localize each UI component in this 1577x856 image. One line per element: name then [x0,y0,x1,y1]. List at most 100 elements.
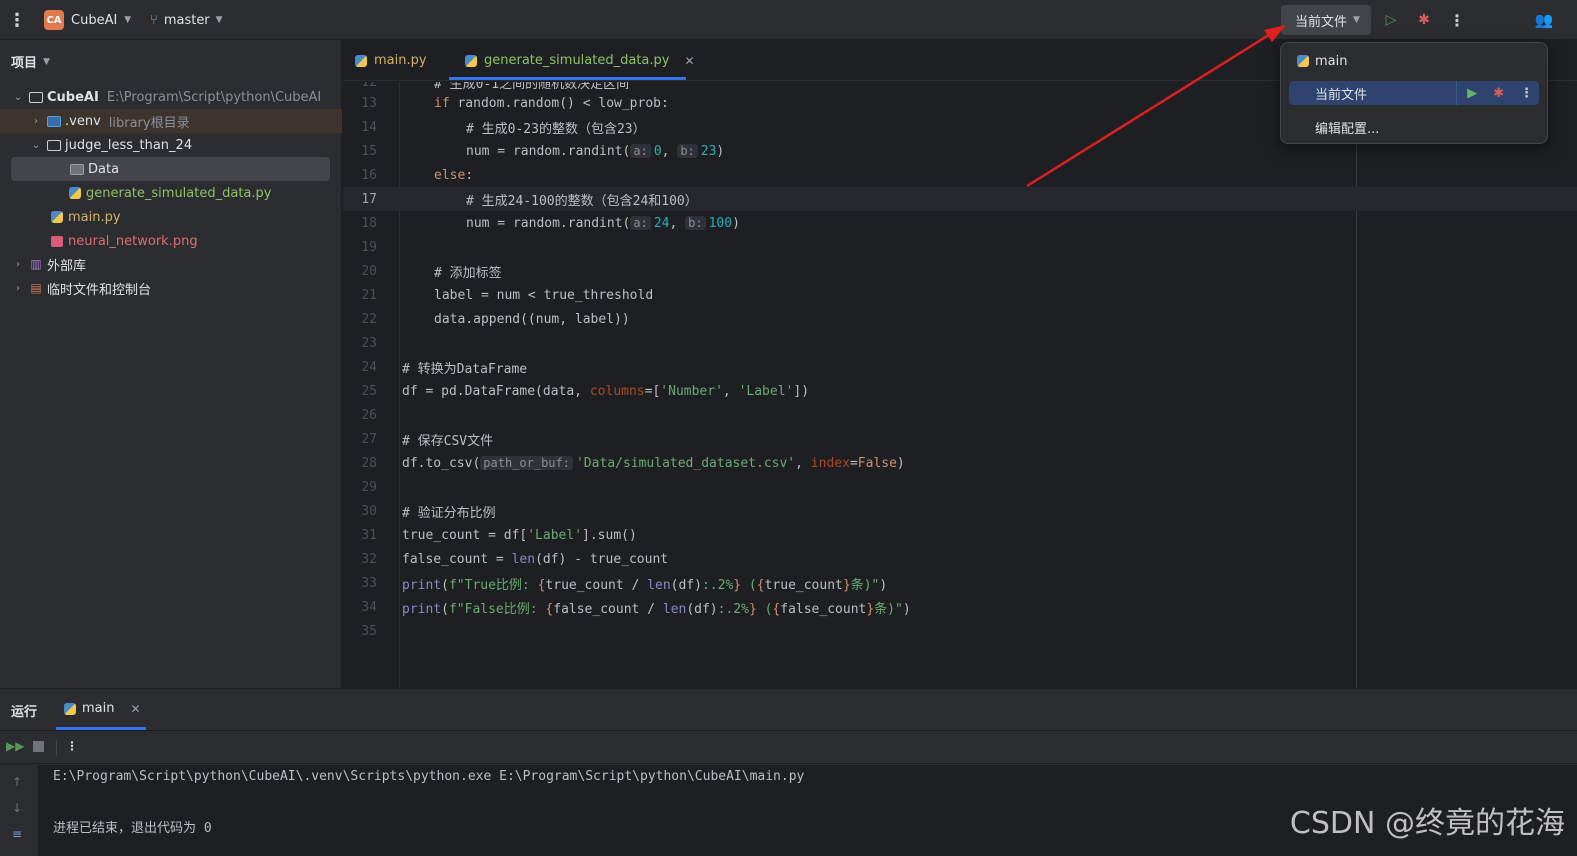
line-number: 31 [361,527,377,543]
code-line: 23 [343,331,1577,355]
code-comment: # 添加标签 [434,265,502,281]
line-number: 25 [361,383,377,399]
main-menu-icon[interactable]: ⋮ [8,0,26,40]
tree-item-data[interactable]: Data [11,157,330,181]
code-line: 20 # 添加标签 [343,259,1577,283]
chevron-down-icon: ▼ [1353,15,1360,25]
popup-item-label: 当前文件 [1315,87,1368,103]
code-text: data.append((num, label)) [434,311,630,327]
close-icon[interactable]: ✕ [130,702,140,716]
line-number: 34 [361,599,377,615]
folder-icon [69,162,85,176]
project-badge: CA [44,10,64,30]
tree-item-external-libraries[interactable]: › ▥ 外部库 [0,252,342,276]
tree-item-label: 临时文件和控制台 [47,282,152,298]
line-number: 15 [361,143,377,159]
run-side-toolbar: ↑ ↓ ≡ [0,765,38,856]
code-text: false_count / [553,601,663,617]
console-line: E:\Program\Script\python\CubeAI\.venv\Sc… [53,769,805,784]
more-actions-icon[interactable]: ⋮ [66,739,78,753]
chevron-right-icon: › [34,115,38,127]
project-switcher[interactable]: CA CubeAI ▼ [44,0,131,40]
debug-icon[interactable]: ✱ [1493,86,1504,101]
code-string: ( [741,577,757,593]
tree-item-neural-network-png[interactable]: neural_network.png [0,229,342,253]
tab-generate-simulated-data[interactable]: generate_simulated_data.py ✕ [465,40,695,81]
code-text: false_count [780,601,867,617]
tree-item-venv[interactable]: › .venv library根目录 [0,109,342,133]
edit-configurations-item[interactable]: 编辑配置... [1289,115,1539,139]
chevron-down-icon: ▼ [215,15,223,25]
folder-icon [46,138,62,152]
code-text: true_count [764,577,843,593]
code-named-param: index [810,455,850,471]
branch-switcher[interactable]: ⑂ master ▼ [150,0,223,40]
run-config-popup: main 当前文件 ▶ ✱ ⋮ 编辑配置... [1280,42,1548,144]
run-config-item-main[interactable]: main [1289,49,1539,73]
tree-item-cubeai[interactable]: ⌄ CubeAI E:\Program\Script\python\CubeAI [0,85,342,109]
tree-item-label: generate_simulated_data.py [86,185,272,201]
code-builtin: print [402,601,442,617]
tab-label: main.py [374,53,427,68]
code-text: label = num < true_threshold [434,287,654,303]
code-line: 22 data.append((num, label)) [343,307,1577,331]
parameter-hint: path_or_buf: [480,455,573,470]
code-string: f"True比例: [448,577,538,593]
code-string: 条)" [850,577,880,593]
line-number: 27 [361,431,377,447]
popup-item-label: main [1315,53,1348,69]
tree-item-hint: library根目录 [108,115,190,131]
stop-icon[interactable] [33,741,44,752]
code-text: df = pd.DataFrame(data, [402,383,590,399]
active-tab-indicator [449,77,686,80]
more-actions-icon[interactable]: ⋮ [1448,0,1466,40]
code-with-me-icon[interactable]: 👥 [1532,0,1556,40]
code-comment: # 生成24-100的整数（包含24和100） [466,193,698,209]
code-format-spec: :.2% [701,577,734,593]
tree-item-label: CubeAI [47,89,99,105]
project-tool-window: 项目 ▼ ⌄ CubeAI E:\Program\Script\python\C… [0,40,342,688]
close-icon[interactable]: ✕ [684,54,694,68]
tree-item-scratches[interactable]: › ▤ 临时文件和控制台 [0,276,342,300]
library-icon: ▥ [30,257,42,271]
code-editor[interactable]: 12 # 生成0-1之间的随机数决定区间 13 if random.random… [343,82,1577,688]
line-number: 18 [361,215,377,231]
run-icon[interactable]: ▷ [1381,0,1401,40]
git-branch-icon: ⑂ [150,12,158,28]
run-icon[interactable]: ▶ [1467,86,1477,101]
code-line: 33 print(f"True比例: {true_count / len(df)… [343,571,1577,595]
tree-item-label: main.py [68,209,121,225]
tree-item-generate-simulated-data[interactable]: generate_simulated_data.py [0,181,342,205]
code-line: 26 [343,403,1577,427]
library-folder-icon [46,114,62,128]
popup-item-label: 编辑配置... [1315,121,1380,137]
run-config-selector[interactable]: 当前文件 ▼ [1281,5,1371,35]
code-text: true_count / [545,577,648,593]
arrow-up-icon[interactable]: ↑ [12,775,22,789]
arrow-down-icon[interactable]: ↓ [12,801,22,815]
debug-icon[interactable]: ✱ [1414,0,1434,40]
line-number: 24 [361,359,377,375]
parameter-hint: b: [677,143,698,158]
code-line: 21 label = num < true_threshold [343,283,1577,307]
run-config-item-current-file[interactable]: 当前文件 ▶ ✱ ⋮ [1289,81,1539,105]
chevron-down-icon: ▼ [43,56,50,67]
code-string: 'Data/simulated_dataset.csv' [575,455,796,471]
more-actions-icon[interactable]: ⋮ [1520,86,1533,101]
tree-item-label: judge_less_than_24 [65,137,193,153]
chevron-down-icon: ⌄ [31,139,41,151]
code-number: 100 [708,215,733,231]
code-keyword: else [434,167,466,183]
line-number: 30 [361,503,377,519]
project-panel-title[interactable]: 项目 ▼ [11,52,50,71]
tree-item-main-py[interactable]: main.py [0,205,342,229]
run-tab-main[interactable]: main ✕ [64,701,141,716]
tree-item-judge-less-than-24[interactable]: ⌄ judge_less_than_24 [0,133,342,157]
rerun-icon[interactable]: ▶▶ [6,739,24,753]
soft-wrap-icon[interactable]: ≡ [12,827,22,841]
line-number: 12 [361,82,377,90]
tab-main-py[interactable]: main.py [355,40,427,81]
code-text: df.to_csv( [402,455,481,471]
code-text: ].sum() [582,527,637,543]
code-line: 30 # 验证分布比例 [343,499,1577,523]
